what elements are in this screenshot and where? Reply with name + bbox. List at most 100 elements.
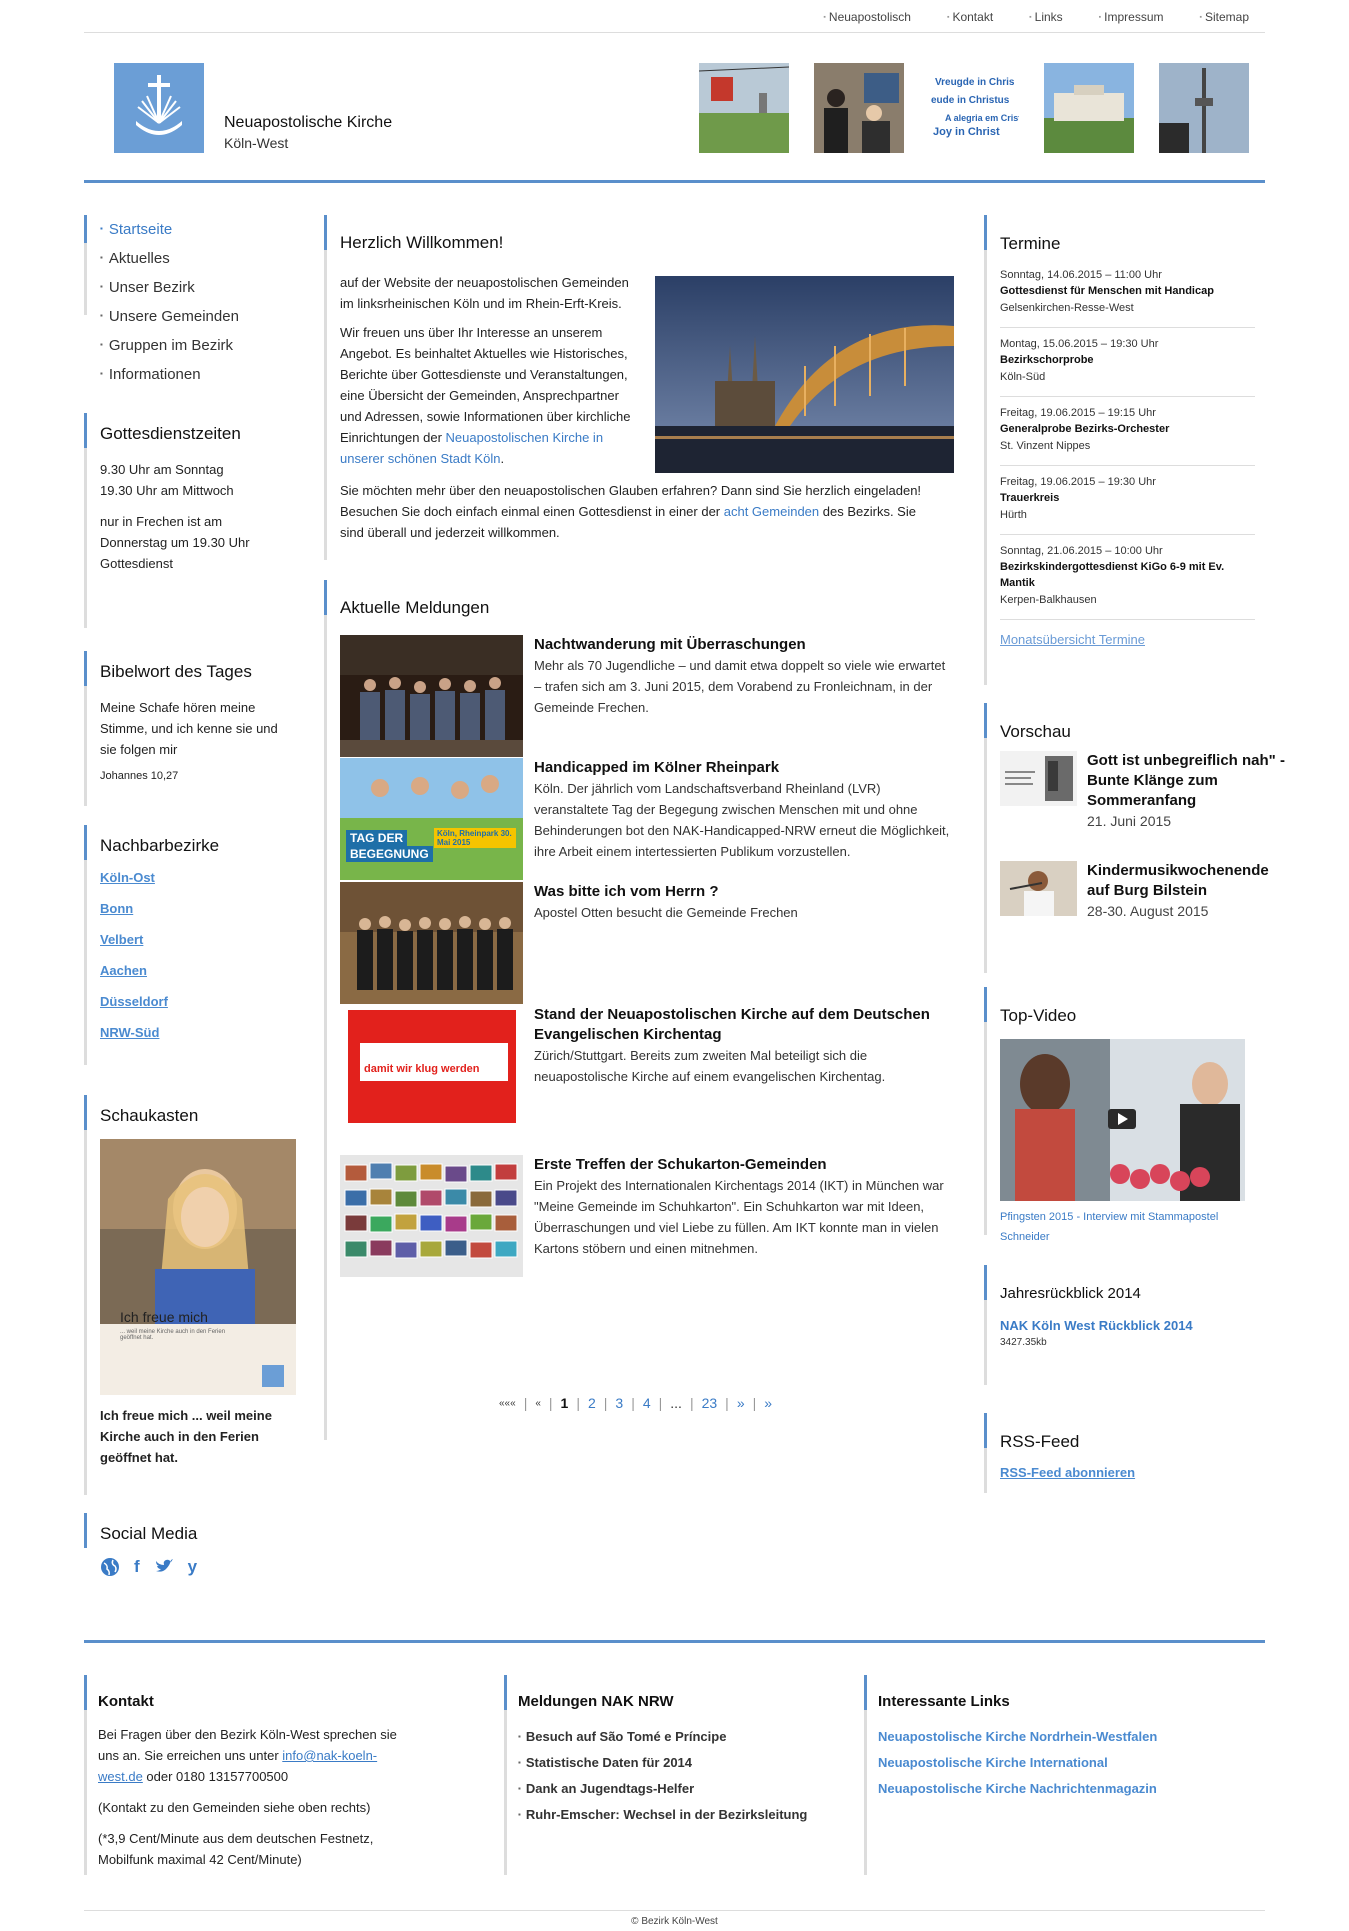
news-item[interactable]: Was bitte ich vom Herrn ? Apostel Otten … <box>340 882 954 1007</box>
event-title: Trauerkreis <box>1000 492 1060 504</box>
event-item[interactable]: Freitag, 19.06.2015 – 19:30 Uhr Trauerkr… <box>1000 466 1255 535</box>
link-duesseldorf[interactable]: Düsseldorf <box>100 986 296 1017</box>
link-koeln-ost[interactable]: Köln-Ost <box>100 862 296 893</box>
page-2[interactable]: 2 <box>588 1395 596 1411</box>
page-last[interactable]: » <box>764 1395 772 1411</box>
page-prev[interactable]: « <box>535 1395 541 1411</box>
news-item[interactable]: TAG DER BEGEGNUNG Köln, Rheinpark 30. Ma… <box>340 758 954 883</box>
nav-links[interactable]: Links <box>1029 10 1063 24</box>
vorschau-title-2: Kindermusikwochenende auf Burg Bilstein <box>1087 862 1269 899</box>
handicapped-banner-date: Köln, Rheinpark 30. Mai 2015 <box>434 828 516 848</box>
menu-item-unsere-gemeinden[interactable]: Unsere Gemeinden <box>100 302 296 331</box>
welcome-paragraph-2: Wir freuen uns über Ihr Interesse an uns… <box>340 325 631 466</box>
footer-link-item[interactable]: Neuapostolische Kirche Nordrhein-Westfal… <box>878 1724 1204 1750</box>
church-logo[interactable] <box>114 63 204 153</box>
footer-link-item[interactable]: Neuapostolische Kirche International <box>878 1750 1204 1776</box>
vorschau-image-musik <box>1000 861 1077 916</box>
video-caption[interactable]: Pfingsten 2015 - Interview mit Stammapos… <box>1000 1207 1250 1247</box>
news-title-2[interactable]: Handicapped im Kölner Rheinpark <box>534 758 954 778</box>
thumb-tv-tower[interactable] <box>1159 63 1249 153</box>
welcome-photo-cologne <box>655 276 954 473</box>
footer-kontakt-text: Bei Fragen über den Bezirk Köln-West spr… <box>98 1727 397 1784</box>
footer-nrw-item[interactable]: Statistische Daten für 2014 <box>518 1750 844 1776</box>
menu-item-informationen[interactable]: Informationen <box>100 360 296 389</box>
link-velbert[interactable]: Velbert <box>100 924 296 955</box>
church-logo-icon <box>136 75 182 135</box>
news-item[interactable]: damit wir klug werden Stand der Neuapost… <box>340 1005 954 1130</box>
twitter-icon[interactable] <box>154 1557 174 1575</box>
news-title-3[interactable]: Was bitte ich vom Herrn ? <box>534 882 954 902</box>
news-image-apostel <box>340 882 523 1004</box>
video-player[interactable] <box>1000 1039 1245 1201</box>
social-media-box: Social Media f y <box>84 1513 296 1613</box>
news-item[interactable]: Nachtwanderung mit Überraschungen Mehr a… <box>340 635 954 760</box>
menu-item-unser-bezirk[interactable]: Unser Bezirk <box>100 273 296 302</box>
footer-kontakt-title: Kontakt <box>98 1693 154 1710</box>
thumb-building[interactable] <box>1044 63 1134 153</box>
nav-impressum[interactable]: Impressum <box>1099 10 1163 24</box>
footer-nrw-item[interactable]: Besuch auf São Tomé e Príncipe <box>518 1724 844 1750</box>
gottesdienst-line-2: 19.30 Uhr am Mittwoch <box>100 483 234 498</box>
page-current[interactable]: 1 <box>561 1395 569 1411</box>
news-title-5[interactable]: Erste Treffen der Schukarton-Gemeinden <box>534 1155 954 1175</box>
schaukasten-poster[interactable]: Ich freue mich ... weil meine Kirche auc… <box>100 1139 296 1395</box>
nav-neuapostolisch[interactable]: Neuapostolisch <box>823 10 911 24</box>
thumb-cable-car[interactable] <box>699 63 789 153</box>
page-3[interactable]: 3 <box>615 1395 623 1411</box>
svg-text:eude in Christus: eude in Christus <box>931 95 1010 106</box>
menu-item-startseite[interactable]: Startseite <box>100 215 296 244</box>
gottesdienst-box: Gottesdienstzeiten 9.30 Uhr am Sonntag 1… <box>84 413 296 628</box>
thumb-meeting[interactable] <box>814 63 904 153</box>
link-nrw-sued[interactable]: NRW-Süd <box>100 1017 296 1048</box>
vorschau-item[interactable]: Gott ist unbegreiflich nah" - Bunte Klän… <box>1000 751 1290 831</box>
page-first[interactable]: ««« <box>499 1395 516 1411</box>
event-item[interactable]: Freitag, 19.06.2015 – 19:15 Uhr Generalp… <box>1000 397 1255 466</box>
facebook-icon[interactable]: f <box>134 1557 140 1577</box>
welcome-paragraph-3: Sie möchten mehr über den neuapostolisch… <box>340 483 922 540</box>
schaukasten-title: Schaukasten <box>100 1106 199 1125</box>
globe-icon[interactable] <box>100 1557 120 1577</box>
news-title-1[interactable]: Nachtwanderung mit Überraschungen <box>534 635 954 655</box>
event-location: Hürth <box>1000 509 1027 521</box>
thumb-joy-in-christ[interactable]: Vreugde in Chris eude in Christus A aleg… <box>929 63 1019 153</box>
footer-nrw-item[interactable]: Ruhr-Emscher: Wechsel in der Bezirksleit… <box>518 1802 844 1828</box>
bibelwort-title: Bibelwort des Tages <box>100 662 252 681</box>
link-aachen[interactable]: Aachen <box>100 955 296 986</box>
gottesdienst-line-1: 9.30 Uhr am Sonntag <box>100 462 224 477</box>
rss-subscribe-link[interactable]: RSS-Feed abonnieren <box>1000 1465 1274 1480</box>
poster-subtext: ... weil meine Kirche auch in den Ferien… <box>120 1329 226 1341</box>
jahresrueckblick-size: 3427.35kb <box>1000 1337 1047 1348</box>
footer-link-item[interactable]: Neuapostolische Kirche Nachrichtenmagazi… <box>878 1776 1204 1802</box>
page-last-number[interactable]: 23 <box>702 1395 718 1411</box>
rss-box: RSS-Feed RSS-Feed abonnieren <box>984 1413 1274 1493</box>
nav-sitemap[interactable]: Sitemap <box>1199 10 1249 24</box>
menu-item-gruppen[interactable]: Gruppen im Bezirk <box>100 331 296 360</box>
menu-item-aktuelles[interactable]: Aktuelles <box>100 244 296 273</box>
bibelwort-text: Meine Schafe hören meine Stimme, und ich… <box>100 700 278 757</box>
news-text-5: Ein Projekt des Internationalen Kirchent… <box>534 1178 944 1256</box>
nav-kontakt[interactable]: Kontakt <box>947 10 993 24</box>
event-item[interactable]: Sonntag, 21.06.2015 – 10:00 Uhr Bezirksk… <box>1000 535 1255 620</box>
page-4[interactable]: 4 <box>643 1395 651 1411</box>
brand-name: Neuapostolische Kirche <box>224 114 393 131</box>
youtube-icon[interactable]: y <box>188 1557 197 1577</box>
poster-photo <box>100 1139 296 1324</box>
news-title-4[interactable]: Stand der Neuapostolischen Kirche auf de… <box>534 1005 954 1045</box>
footer-meldungen-nrw: Meldungen NAK NRW Besuch auf São Tomé e … <box>504 1675 844 1875</box>
vorschau-item[interactable]: Kindermusikwochenende auf Burg Bilstein … <box>1000 861 1290 921</box>
link-bonn[interactable]: Bonn <box>100 893 296 924</box>
schaukasten-box: Schaukasten Ich freue mich ... weil mein… <box>84 1095 296 1495</box>
event-item[interactable]: Sonntag, 14.06.2015 – 11:00 Uhr Gottesdi… <box>1000 255 1255 328</box>
social-icons: f y <box>100 1557 296 1577</box>
footer-nrw-item[interactable]: Dank an Jugendtags-Helfer <box>518 1776 844 1802</box>
link-acht-gemeinden[interactable]: acht Gemeinden <box>724 504 819 519</box>
jahresrueckblick-link[interactable]: NAK Köln West Rückblick 2014 <box>1000 1318 1274 1333</box>
rss-title: RSS-Feed <box>1000 1432 1080 1451</box>
news-item[interactable]: Erste Treffen der Schukarton-Gemeinden E… <box>340 1155 954 1280</box>
event-item[interactable]: Montag, 15.06.2015 – 19:30 Uhr Bezirksch… <box>1000 328 1255 397</box>
news-title: Aktuelle Meldungen <box>340 598 490 617</box>
monatsuebersicht-link[interactable]: Monatsübersicht Termine <box>1000 632 1274 647</box>
news-image-nachtwanderung <box>340 635 523 757</box>
vorschau-date-2: 28-30. August 2015 <box>1087 903 1209 919</box>
page-next[interactable]: » <box>737 1395 745 1411</box>
